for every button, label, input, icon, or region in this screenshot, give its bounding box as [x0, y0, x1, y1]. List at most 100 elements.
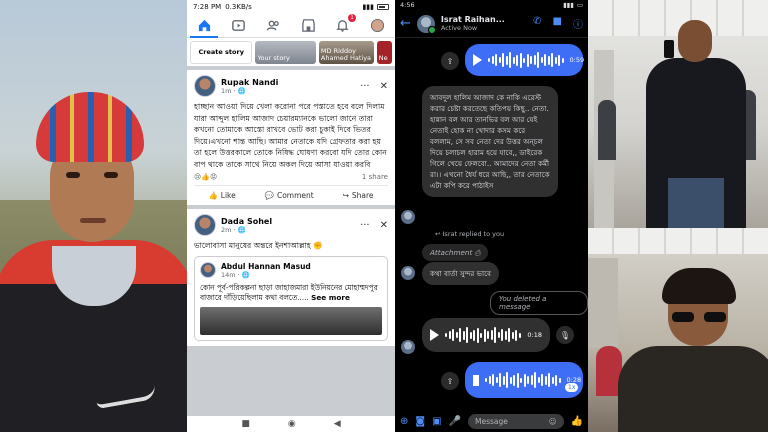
friends-icon[interactable] [264, 16, 284, 36]
facebook-nav: 1 [187, 13, 395, 38]
your-story[interactable]: Your story [255, 41, 316, 64]
sunglasses [672, 312, 726, 322]
home-button-icon[interactable]: ◉ [288, 419, 296, 429]
waveform-bar [523, 373, 526, 387]
waveform-bar [490, 330, 493, 340]
contact-avatar[interactable] [416, 14, 436, 34]
friend-story[interactable]: MD Riddoy Ahamed Hatiya [318, 41, 374, 64]
waveform-bar [534, 372, 536, 388]
waveform-bar [516, 54, 518, 66]
person-mouth [80, 218, 106, 223]
waveform-bar [533, 55, 536, 65]
back-icon[interactable]: ◀ [334, 419, 341, 429]
voice-message-out[interactable]: 0:28 [465, 362, 583, 398]
waveform-bar [537, 52, 539, 68]
close-icon[interactable]: ✕ [380, 81, 388, 92]
plus-icon[interactable]: ⊕ [400, 416, 408, 427]
post-author[interactable]: Rupak Nandi [221, 78, 278, 87]
person-body [618, 346, 768, 432]
mic-icon[interactable]: 🎤 [449, 416, 461, 427]
waveform-bar [487, 331, 489, 339]
more-options-icon[interactable]: ··· [360, 81, 370, 92]
post-time: 2m · [221, 225, 238, 234]
mall-pillar [588, 258, 618, 348]
voice-message-out[interactable]: 0:59 [465, 44, 585, 76]
avatar[interactable] [194, 214, 216, 236]
person-legs [668, 178, 724, 228]
play-icon[interactable] [473, 54, 482, 66]
shared-post[interactable]: Abdul Hannan Masud 14m · 🌐 কোন পূর্ব-পরি… [194, 255, 388, 341]
shared-image[interactable] [200, 306, 382, 335]
reply-hint: ↩ Israt replied to you [435, 230, 504, 238]
status-speed: 0.3KB/s [225, 3, 252, 11]
like-button[interactable]: 👍 Like [208, 191, 235, 200]
microphone-icon[interactable]: 🎙 [556, 326, 574, 344]
message-input[interactable]: Message ☺ [468, 413, 564, 429]
more-options-icon[interactable]: ··· [360, 220, 370, 231]
shared-author[interactable]: Abdul Hannan Masud [221, 262, 311, 271]
notification-badge: 1 [348, 13, 356, 22]
battery-icon: ▭ [576, 1, 583, 9]
share-button[interactable]: ↪ Share [343, 191, 374, 200]
see-more-link[interactable]: See more [311, 293, 350, 302]
waveform-bar [530, 56, 532, 64]
waveform-bar [530, 375, 533, 385]
voice-message-in[interactable]: 0:18 [422, 318, 550, 352]
waveform-bar [473, 329, 475, 341]
person-head [678, 20, 712, 62]
background-person [598, 100, 616, 160]
gallery-icon[interactable]: ▣ [432, 416, 441, 427]
waveform-bar [561, 57, 564, 63]
emoji-icon[interactable]: ☺ [549, 417, 557, 426]
attachment-reply[interactable]: Attachment ⎙ [422, 244, 489, 261]
shared-time: 14m · [221, 270, 242, 279]
reactions[interactable]: 😢👍😡 [194, 173, 217, 181]
sender-avatar [401, 266, 415, 280]
waveform-bar [509, 376, 512, 384]
contact-name[interactable]: Israt Raihan... [441, 15, 505, 24]
waveform-bar [492, 374, 494, 386]
marketplace-icon[interactable] [298, 16, 318, 36]
person-eye [104, 172, 118, 178]
post-time: 1m · [221, 86, 238, 95]
pause-icon[interactable] [473, 374, 479, 386]
voice-duration: 0:59 [569, 56, 585, 64]
notifications-icon[interactable]: 1 [333, 13, 356, 36]
composer: ⊕ ◙ ▣ 🎤 Message ☺ 👍 [395, 410, 588, 432]
playback-speed[interactable]: 1x [565, 383, 579, 392]
forward-icon[interactable]: ⇪ [441, 52, 459, 70]
recent-apps-icon[interactable]: ■ [241, 419, 250, 429]
waveform-bar [469, 331, 472, 339]
waveform [445, 327, 521, 343]
waveform-bar [551, 376, 554, 384]
comment-button[interactable]: 💬 Comment [265, 191, 314, 200]
close-icon[interactable]: ✕ [380, 220, 388, 231]
share-count[interactable]: 1 share [362, 173, 388, 181]
post-author[interactable]: Dada Sohel [221, 217, 272, 226]
info-icon[interactable]: ⓘ [573, 16, 583, 31]
phone-call-icon[interactable]: ✆ [533, 16, 541, 31]
play-icon[interactable] [430, 329, 439, 341]
video-icon[interactable] [229, 16, 249, 36]
waveform-bar [506, 372, 508, 388]
like-thumb-icon[interactable]: 👍 [571, 416, 583, 427]
person-hair [662, 268, 736, 304]
camera-icon[interactable]: ◙ [415, 416, 425, 427]
home-icon[interactable] [190, 16, 219, 38]
back-arrow-icon[interactable]: ← [400, 16, 411, 31]
avatar[interactable] [200, 262, 216, 278]
waveform-bar [513, 374, 515, 386]
battery-icon [377, 4, 389, 10]
create-story[interactable]: Create story [190, 41, 253, 64]
forward-icon[interactable]: ⇪ [441, 372, 459, 390]
profile-menu-icon[interactable] [368, 16, 388, 36]
waveform [485, 372, 561, 388]
share-label: Share [351, 191, 374, 200]
like-icon: 👍 [208, 191, 218, 200]
deleted-message: You deleted a message [490, 291, 588, 315]
status-bar: 4:56 ▮▮▮ ▭ [395, 0, 588, 10]
avatar[interactable] [194, 75, 216, 97]
video-call-icon[interactable]: ■ [553, 16, 562, 31]
friend-story[interactable]: Ne [376, 41, 393, 64]
waveform-bar [483, 328, 486, 342]
